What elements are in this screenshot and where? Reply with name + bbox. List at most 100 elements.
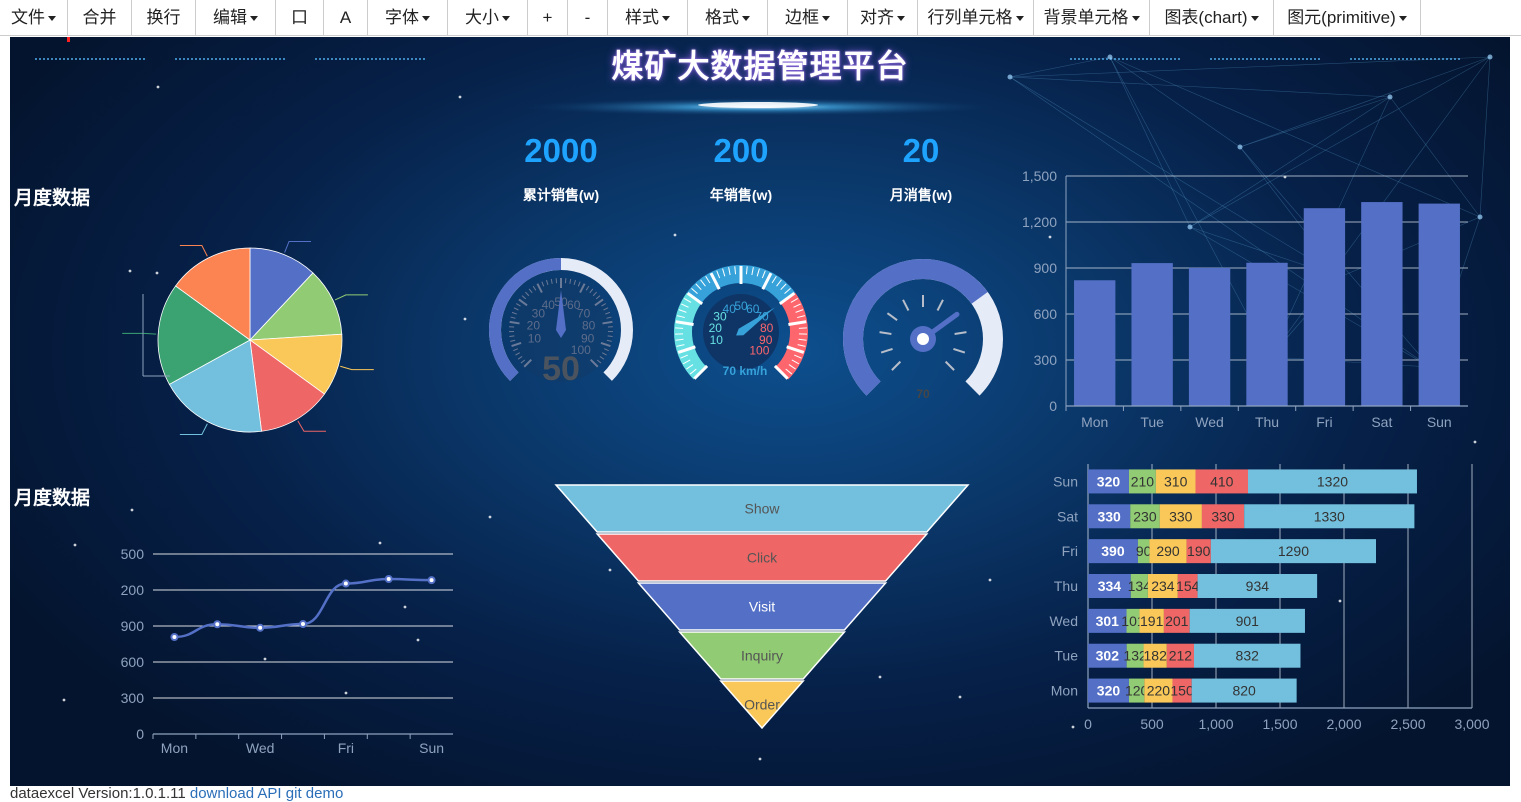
line-ytick-label: 200 <box>121 582 145 598</box>
toolbar-button-label: 对齐 <box>860 8 894 27</box>
toolbar-button-label: 换行 <box>147 8 181 27</box>
toolbar-18-button[interactable]: 图元(primitive) <box>1274 0 1421 35</box>
bar-mark <box>1074 280 1115 406</box>
funnel-stage-label: Visit <box>749 599 775 615</box>
hbar-data-label: 1290 <box>1278 543 1309 559</box>
toolbar-14-button[interactable]: 对齐 <box>848 0 918 35</box>
download-demo-link[interactable]: download API git demo <box>190 785 343 802</box>
gauge3-tick <box>892 362 900 370</box>
hbar-data-label: 832 <box>1236 648 1260 664</box>
bar-mark <box>1246 263 1287 406</box>
toolbar-16-button[interactable]: 背景单元格 <box>1034 0 1150 35</box>
hbar-xtick-label: 0 <box>1084 716 1092 732</box>
gauge3-tick <box>881 349 892 353</box>
toolbar-2-button[interactable]: 合并 <box>68 0 132 35</box>
toolbar-7-button[interactable]: 字体 <box>368 0 448 35</box>
toolbar-button-label: - <box>585 8 591 27</box>
gauge2-tick-label: 10 <box>710 333 724 347</box>
hbar-data-label: 934 <box>1246 578 1270 594</box>
bar-xtick-label: Sun <box>1427 414 1452 430</box>
toolbar: 文件 合并换行编辑口A 字体 大小 + -样式格式边框对齐 行列单元格背景单元格图表(cha… <box>0 0 1521 36</box>
dashboard-canvas: 煤矿大数据管理平台 月度数据 月度数据 2000 累计销售(w) 200 年销售… <box>10 37 1510 786</box>
hbar-data-label: 234 <box>1151 578 1175 594</box>
pie-label-line <box>122 333 156 334</box>
bar-ytick-label: 0 <box>1049 398 1057 414</box>
caret-down-icon <box>897 16 905 21</box>
hbar-data-label: 134 <box>1128 578 1152 594</box>
gauge2-tick <box>799 328 807 329</box>
line-point <box>214 621 220 627</box>
gauge1-tick-label: 40 <box>542 298 556 312</box>
line-series <box>174 579 431 637</box>
gauge2-tick-label: 100 <box>749 343 769 357</box>
line-point <box>343 581 349 587</box>
pie-label-line <box>335 295 368 300</box>
hbar-xtick-label: 2,500 <box>1390 716 1425 732</box>
gauge3-tick <box>955 332 967 334</box>
toolbar-9-button[interactable]: + <box>528 0 568 35</box>
toolbar-10-button[interactable]: - <box>568 0 608 35</box>
toolbar-3-button[interactable]: 换行 <box>132 0 196 35</box>
caret-down-icon <box>1399 16 1407 21</box>
toolbar-15-button[interactable]: 行列单元格 <box>918 0 1034 35</box>
toolbar-button-label: 口 <box>291 8 308 27</box>
bar-xtick-label: Fri <box>1316 414 1332 430</box>
toolbar-1-button[interactable]: 文件 <box>0 0 68 35</box>
toolbar-8-button[interactable]: 大小 <box>448 0 528 35</box>
line-ytick-label: 900 <box>121 618 145 634</box>
gauge3-tick <box>953 349 964 353</box>
hbar-ytick-label: Mon <box>1051 683 1078 699</box>
gauge1-tick <box>509 336 514 337</box>
toolbar-5-button[interactable]: 口 <box>276 0 324 35</box>
gauge1-tick-label: 80 <box>582 319 596 333</box>
pie-label-line <box>180 424 207 435</box>
pie-label-line <box>340 366 374 369</box>
line-ytick-label: 300 <box>121 690 145 706</box>
toolbar-13-button[interactable]: 边框 <box>768 0 848 35</box>
bar-ytick-label: 1,200 <box>1022 214 1057 230</box>
bar-mark <box>1361 202 1402 406</box>
toolbar-button-label: 文件 <box>11 8 45 27</box>
hbar-data-label: 301 <box>1096 613 1120 629</box>
hbar-data-label: 290 <box>1156 543 1180 559</box>
hbar-ytick-label: Thu <box>1054 578 1078 594</box>
hbar-xtick-label: 500 <box>1140 716 1164 732</box>
hbar-data-label: 182 <box>1144 648 1168 664</box>
pie-label-line <box>180 246 207 257</box>
hbar-data-label: 230 <box>1133 508 1157 524</box>
bar-xtick-label: Wed <box>1195 414 1224 430</box>
gauge2-zone <box>782 298 799 373</box>
line-xtick-label: Mon <box>161 740 188 756</box>
caret-down-icon <box>822 16 830 21</box>
toolbar-button-label: 图元(primitive) <box>1287 8 1396 27</box>
gauge2-value-label: 70 km/h <box>723 364 768 378</box>
hbar-data-label: 302 <box>1096 648 1120 664</box>
gauge1-tick <box>608 336 613 337</box>
hbar-data-label: 150 <box>1170 683 1194 699</box>
toolbar-button-label: 大小 <box>465 8 499 27</box>
bar-mark <box>1131 263 1172 406</box>
funnel-stage-label: Inquiry <box>741 648 783 664</box>
toolbar-12-button[interactable]: 格式 <box>688 0 768 35</box>
caret-down-icon <box>742 16 750 21</box>
toolbar-button-label: 字体 <box>385 8 419 27</box>
hbar-data-label: 334 <box>1098 578 1122 594</box>
toolbar-button-label: + <box>543 8 553 27</box>
toolbar-11-button[interactable]: 样式 <box>608 0 688 35</box>
toolbar-4-button[interactable]: 编辑 <box>196 0 276 35</box>
bar-xtick-label: Mon <box>1081 414 1108 430</box>
pie-label-line <box>285 241 311 252</box>
bar-ytick-label: 1,500 <box>1022 168 1057 184</box>
hbar-data-label: 330 <box>1211 508 1235 524</box>
hbar-data-label: 390 <box>1101 543 1125 559</box>
gauge1-tick-label: 20 <box>527 319 541 333</box>
toolbar-17-button[interactable]: 图表(chart) <box>1150 0 1274 35</box>
toolbar-6-button[interactable]: A <box>324 0 368 35</box>
gauge3-tick <box>880 332 892 334</box>
caret-down-icon <box>422 16 430 21</box>
hbar-xtick-label: 1,000 <box>1198 716 1233 732</box>
hbar-ytick-label: Sat <box>1057 508 1078 524</box>
line-xtick-label: Sun <box>419 740 444 756</box>
funnel-stage-label: Click <box>747 550 778 566</box>
caret-down-icon <box>250 16 258 21</box>
